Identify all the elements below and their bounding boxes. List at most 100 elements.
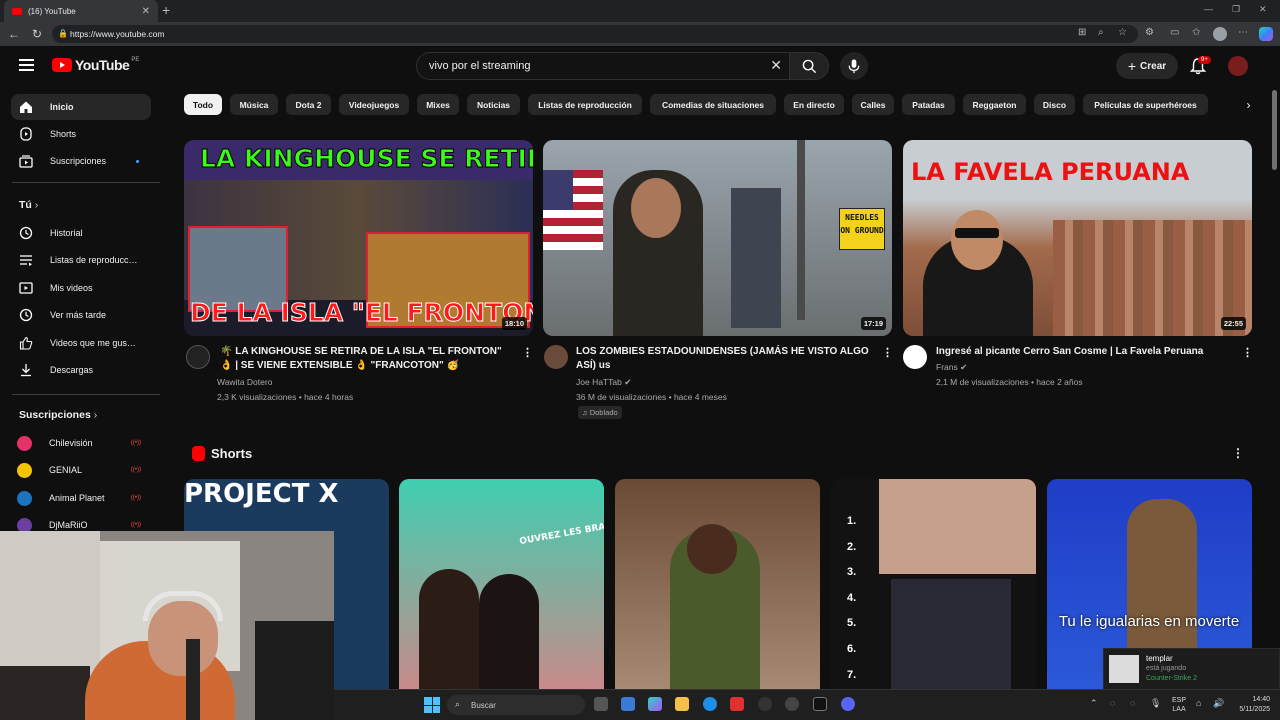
you-section-heading[interactable]: Tú › [19, 199, 38, 211]
language-indicator[interactable]: ESP LAA [1172, 696, 1186, 714]
sidebar-item-downloads[interactable]: Descargas [11, 357, 151, 383]
zoom-icon[interactable]: ⌕ [1098, 27, 1104, 38]
more-actions-icon[interactable]: ⋮ [1232, 446, 1244, 460]
more-actions-icon[interactable]: ⋮ [882, 346, 893, 359]
sidebar-item-watch-later[interactable]: Ver más tarde [11, 302, 151, 328]
more-actions-icon[interactable]: ⋮ [1242, 346, 1253, 359]
activity-toast[interactable]: templar está jugando Counter-Strike 2 [1103, 648, 1280, 690]
chip-todo[interactable]: Todo [184, 94, 222, 115]
sidebar-item-liked-videos[interactable]: Videos que me gus… [11, 330, 151, 356]
more-menu-icon[interactable]: ⋯ [1238, 27, 1248, 38]
maximize-icon[interactable]: ❐ [1232, 4, 1240, 15]
url-text: https://www.youtube.com [70, 29, 165, 39]
taskbar-search-input[interactable]: ⌕ Buscar [447, 695, 585, 715]
search-input[interactable]: vivo por el streaming ✕ [416, 52, 790, 80]
profile-avatar[interactable] [1213, 27, 1227, 41]
extension-icon[interactable]: ⚙ [1145, 27, 1154, 38]
chevron-right-icon[interactable]: › [1238, 94, 1259, 115]
chip-listas[interactable]: Listas de reproducción [528, 94, 642, 115]
youtube-logo[interactable]: YouTube PE [52, 57, 139, 73]
notepad-icon[interactable] [621, 697, 635, 711]
app-icon[interactable] [813, 697, 827, 711]
chip-musica[interactable]: Música [230, 94, 278, 115]
sidebar-item-subscriptions[interactable]: Suscripciones [11, 148, 151, 174]
sidebar-channel-genial[interactable]: GENIAL ((•)) [11, 457, 151, 483]
video-thumbnail[interactable]: LA FAVELA PERUANA 22:55 [903, 140, 1252, 336]
channel-avatar[interactable] [186, 345, 210, 369]
minimize-icon[interactable]: — [1204, 4, 1213, 14]
tray-icon[interactable]: ◌ [1110, 698, 1115, 708]
account-avatar[interactable] [1228, 56, 1248, 76]
toast-name: templar [1146, 654, 1173, 663]
short-thumbnail[interactable] [615, 479, 820, 689]
video-title[interactable]: 🌴 LA KINGHOUSE SE RETIRA DE LA ISLA "EL … [220, 345, 510, 373]
close-tab-icon[interactable]: ✕ [142, 6, 150, 17]
file-explorer-icon[interactable] [675, 697, 689, 711]
chip-comedias[interactable]: Comedias de situaciones [650, 94, 776, 115]
favorite-star-icon[interactable]: ☆ [1118, 27, 1127, 38]
chip-disco[interactable]: Disco [1034, 94, 1075, 115]
search-button[interactable] [789, 52, 829, 80]
copilot-icon[interactable] [1259, 27, 1273, 41]
address-input[interactable]: 🔒 https://www.youtube.com [52, 25, 1138, 43]
clock[interactable]: 14:40 5/11/2025 [1232, 695, 1270, 715]
chip-reggaeton[interactable]: Reggaeton [963, 94, 1026, 115]
chip-patadas[interactable]: Patadas [902, 94, 955, 115]
browser-tab[interactable]: (16) YouTube ✕ [4, 0, 158, 22]
chip-calles[interactable]: Calles [852, 94, 894, 115]
scrollbar[interactable] [1270, 86, 1280, 689]
sidebar-channel-chilevision[interactable]: Chilevisión ((•)) [11, 430, 151, 456]
scrollbar-thumb[interactable] [1272, 90, 1277, 170]
voice-search-button[interactable] [840, 52, 868, 80]
split-screen-icon[interactable]: ▭ [1170, 27, 1179, 38]
short-thumbnail[interactable]: OUVREZ LES BRAS [399, 479, 604, 689]
clear-search-icon[interactable]: ✕ [770, 57, 782, 74]
chip-en-directo[interactable]: En directo [784, 94, 844, 115]
chip-superheroes[interactable]: Películas de superhéroes [1083, 94, 1208, 115]
channel-name[interactable]: Wawita Dotero [217, 375, 272, 390]
chip-videojuegos[interactable]: Videojuegos [339, 94, 409, 115]
app-icon[interactable]: ⊞ [1078, 27, 1086, 38]
more-actions-icon[interactable]: ⋮ [522, 346, 533, 359]
create-button[interactable]: + Crear [1116, 53, 1178, 79]
refresh-icon[interactable]: ↻ [32, 27, 48, 41]
windows-start-icon[interactable] [424, 697, 440, 713]
microphone-tray-icon[interactable]: 🎙 [1150, 698, 1161, 709]
video-title[interactable]: LOS ZOMBIES ESTADOUNIDENSES (JAMÁS HE VI… [576, 345, 881, 373]
chevron-up-icon[interactable]: ⌃ [1090, 698, 1098, 709]
short-thumbnail[interactable]: 1. 2. 3. 4. 5. 6. 7. [831, 479, 1036, 689]
channel-avatar[interactable] [544, 345, 568, 369]
channel-name[interactable]: Frans ✔ [936, 360, 967, 375]
obs-icon[interactable] [758, 697, 772, 711]
chip-mixes[interactable]: Mixes [417, 94, 459, 115]
new-tab-icon[interactable]: + [162, 2, 170, 18]
sidebar-item-my-videos[interactable]: Mis videos [11, 275, 151, 301]
tray-icon[interactable]: ◌ [1130, 698, 1135, 708]
volume-icon[interactable]: 🔊 [1213, 698, 1224, 709]
app-icon[interactable] [730, 697, 744, 711]
sidebar-item-shorts[interactable]: Shorts [11, 121, 151, 147]
hamburger-menu-icon[interactable] [19, 59, 34, 71]
copilot-app-icon[interactable] [648, 697, 662, 711]
chip-noticias[interactable]: Noticias [467, 94, 520, 115]
sidebar-item-home[interactable]: Inicio [11, 94, 151, 120]
sidebar-item-playlists[interactable]: Listas de reproducc… [11, 247, 151, 273]
app-icon[interactable] [785, 697, 799, 711]
close-window-icon[interactable]: ✕ [1259, 4, 1267, 15]
subscriptions-section-heading[interactable]: Suscripciones › [19, 409, 97, 421]
edge-browser-icon[interactable] [703, 697, 717, 711]
video-title[interactable]: Ingresé al picante Cerro San Cosme | La … [936, 345, 1236, 359]
task-view-icon[interactable] [594, 697, 608, 711]
chip-dota-2[interactable]: Dota 2 [286, 94, 331, 115]
video-thumbnail[interactable]: LA KINGHOUSE SE RETIRA DE LA ISLA "EL FR… [184, 140, 533, 336]
video-thumbnail[interactable]: NEEDLES ON GROUND 17:19 [543, 140, 892, 336]
sidebar-item-history[interactable]: Historial [11, 220, 151, 246]
network-icon[interactable]: ⌂ [1196, 698, 1201, 708]
back-icon[interactable]: ← [8, 27, 24, 41]
person-face [951, 210, 1003, 270]
channel-name[interactable]: Joe HaTTab ✔ [576, 375, 631, 390]
channel-avatar[interactable] [903, 345, 927, 369]
sidebar-channel-animal-planet[interactable]: Animal Planet ((•)) [11, 485, 151, 511]
discord-icon[interactable] [841, 697, 855, 711]
favorites-icon[interactable]: ✩ [1192, 27, 1200, 38]
